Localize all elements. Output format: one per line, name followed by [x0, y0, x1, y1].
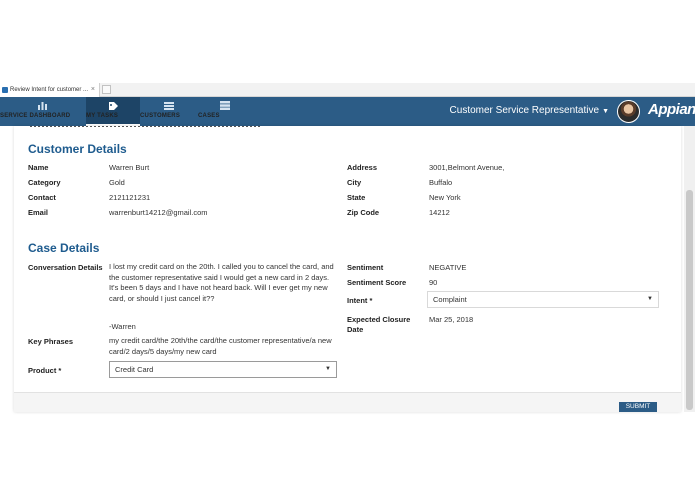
- name-label: Name: [28, 163, 49, 172]
- role-label: Customer Service Representative: [449, 105, 600, 116]
- category-value: Gold: [109, 178, 125, 187]
- sentiment-value: NEGATIVE: [429, 263, 467, 272]
- list-icon: [164, 102, 174, 110]
- truncated-heading: [30, 126, 260, 127]
- chevron-down-icon: ▼: [602, 108, 609, 115]
- nav-service-dashboard[interactable]: SERVICE DASHBOARD: [0, 97, 86, 126]
- address-label: Address: [347, 163, 378, 172]
- case-details-title: Case Details: [28, 241, 100, 255]
- city-value: Buffalo: [429, 178, 453, 187]
- sentiment-score-value: 90: [429, 278, 438, 287]
- expected-closure-date-label: Expected Closure Date: [347, 315, 411, 334]
- screen: Review Intent for customer ... × SERVICE…: [0, 0, 695, 494]
- new-tab-button[interactable]: [102, 85, 111, 94]
- submit-button[interactable]: SUBMIT: [619, 402, 657, 412]
- key-phrases-label: Key Phrases: [28, 337, 74, 346]
- nav-customers[interactable]: CUSTOMERS: [140, 97, 198, 126]
- browser-tab-strip: Review Intent for customer ... ×: [0, 83, 695, 97]
- nav-my-tasks[interactable]: MY TASKS: [86, 97, 140, 126]
- conversation-signature: -Warren: [109, 322, 136, 331]
- zip-value: 14212: [429, 208, 450, 217]
- state-value: New York: [429, 193, 461, 202]
- favicon-icon: [2, 87, 8, 93]
- nav-label: CASES: [198, 113, 220, 119]
- conversation-details-label: Conversation Details: [28, 263, 103, 272]
- product-label: Product *: [28, 366, 62, 375]
- customer-details-title: Customer Details: [28, 142, 127, 156]
- caret-down-icon: ▼: [325, 366, 331, 372]
- intent-selected-value: Complaint: [433, 295, 467, 304]
- sentiment-score-label: Sentiment Score: [347, 278, 407, 287]
- intent-select[interactable]: Complaint ▼: [427, 291, 659, 308]
- intent-label: Intent *: [347, 296, 373, 305]
- sentiment-label: Sentiment: [347, 263, 384, 272]
- category-label: Category: [28, 178, 61, 187]
- state-label: State: [347, 193, 366, 202]
- stack-icon: [220, 101, 230, 110]
- product-selected-value: Credit Card: [115, 365, 154, 374]
- close-tab-icon[interactable]: ×: [91, 83, 95, 97]
- nav-label: MY TASKS: [86, 113, 119, 119]
- email-label: Email: [28, 208, 49, 217]
- nav-label: CUSTOMERS: [140, 113, 181, 119]
- form-footer: [14, 392, 681, 412]
- browser-tab-title: Review Intent for customer ...: [10, 87, 89, 93]
- scrollbar-thumb[interactable]: [686, 190, 693, 410]
- email-value: warrenburt14212@gmail.com: [109, 208, 208, 217]
- contact-label: Contact: [28, 193, 56, 202]
- role-dropdown[interactable]: Customer Service Representative ▼: [450, 105, 609, 116]
- app-header: SERVICE DASHBOARD MY TASKS CUSTOMERS CAS…: [0, 97, 695, 126]
- nav-cases[interactable]: CASES: [198, 97, 252, 126]
- expected-closure-date-value: Mar 25, 2018: [429, 315, 474, 324]
- bar-chart-icon: [38, 102, 47, 110]
- address-value: 3001,Belmont Avenue,: [429, 163, 505, 172]
- name-value: Warren Burt: [109, 163, 150, 172]
- zip-label: Zip Code: [347, 208, 380, 217]
- brand-logo: Appian: [648, 101, 695, 118]
- browser-tab[interactable]: Review Intent for customer ... ×: [0, 83, 100, 97]
- task-form: Customer Details Name Warren Burt Catego…: [14, 126, 681, 412]
- avatar[interactable]: [617, 100, 640, 123]
- city-label: City: [347, 178, 362, 187]
- product-select[interactable]: Credit Card ▼: [109, 361, 337, 378]
- tag-icon: [109, 102, 118, 110]
- nav-label: SERVICE DASHBOARD: [0, 113, 71, 119]
- caret-down-icon: ▼: [647, 296, 653, 302]
- contact-value: 2121121231: [109, 193, 151, 202]
- conversation-details-text: I lost my credit card on the 20th. I cal…: [109, 262, 334, 303]
- key-phrases-value: my credit card/the 20th/the card/the cus…: [109, 336, 332, 356]
